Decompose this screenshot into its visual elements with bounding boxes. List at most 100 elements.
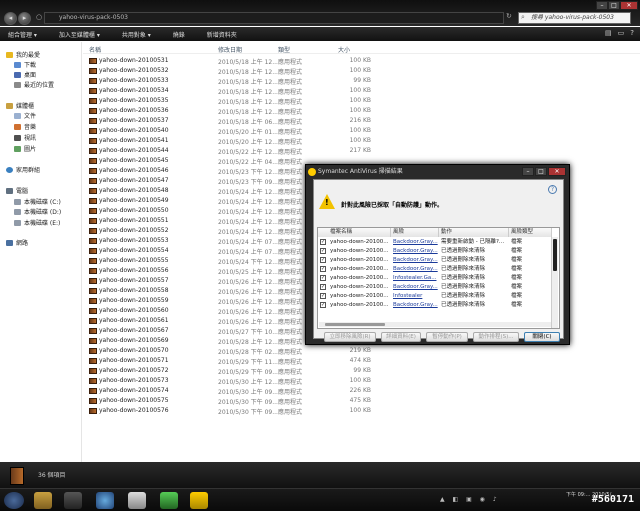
risk-row[interactable]: ✓ yahoo-down-20100... Infostealer.Ga... 已透過… [318,274,552,282]
risk-name-link[interactable]: Backdoor.Gray... [393,238,438,246]
risk-name-link[interactable]: Backdoor.Gray... [393,247,438,255]
sidebar-item-drive-e[interactable]: 本機磁碟 (E:) [14,218,60,227]
remove-risks-button[interactable]: 立即移除風險(R) [324,332,376,342]
explorer-taskbar-icon[interactable] [34,492,52,509]
check-icon[interactable]: ✓ [320,302,326,308]
file-row[interactable]: yahoo-down-20100574 2010/5/30 上午 09... 應用程… [83,386,383,396]
check-icon[interactable]: ✓ [320,239,326,245]
close-dialog-button[interactable]: 關閉(C) [524,332,560,342]
start-button[interactable] [4,492,24,509]
app-taskbar-icon[interactable] [128,492,146,509]
check-icon[interactable]: ✓ [320,284,326,290]
sidebar-item-desktop[interactable]: 桌面 [14,70,36,79]
check-icon[interactable]: ✓ [320,257,326,263]
header-action[interactable]: 動作 [439,228,509,237]
pause-button[interactable]: 暫停動作(P) [426,332,468,342]
risk-row[interactable]: ✓ yahoo-down-20100... Backdoor.Gray... 已透過刪… [318,256,552,264]
risk-row[interactable]: ✓ yahoo-down-20100... Backdoor.Gray... 已透過刪… [318,301,552,309]
risk-row[interactable]: ✓ yahoo-down-20100... Backdoor.Gray... 已透過刪… [318,247,552,255]
address-bar[interactable]: yahoo-virus-pack-0503 [44,12,504,24]
file-row[interactable]: yahoo-down-20100572 2010/5/29 下午 09... 應用程… [83,366,383,376]
maximize-button[interactable]: □ [608,1,620,10]
risk-row[interactable]: ✓ yahoo-down-20100... Infostealer 已透過刪除來清除 檔… [318,292,552,300]
preview-pane-icon[interactable]: ▭ [618,29,625,37]
risk-name-link[interactable]: Backdoor.Gray... [393,283,438,291]
risk-row[interactable]: ✓ yahoo-down-20100... Backdoor.Gray... 已透過刪… [318,265,552,273]
sidebar-item-libraries[interactable]: 媒體櫃 [6,101,34,110]
dialog-maximize-button[interactable]: □ [535,167,547,176]
sidebar-item-pictures[interactable]: 圖片 [14,144,36,153]
sidebar-item-music[interactable]: 音樂 [14,122,36,131]
file-row[interactable]: yahoo-down-20100537 2010/5/18 上午 06... 應用程… [83,116,383,126]
header-risk-type[interactable]: 風險類型 [509,228,552,237]
scroll-thumb[interactable] [553,239,557,271]
file-row[interactable]: yahoo-down-20100540 2010/5/20 上午 01... 應用程… [83,126,383,136]
file-row[interactable]: yahoo-down-20100536 2010/5/18 上午 12... 應用程… [83,106,383,116]
dialog-close-button[interactable]: ✕ [548,167,566,176]
check-icon[interactable]: ✓ [320,266,326,272]
risk-row[interactable]: ✓ yahoo-down-20100... Backdoor.Gray... 需要重新… [318,238,552,246]
sidebar-item-videos[interactable]: 視訊 [14,133,36,142]
risk-name-link[interactable]: Backdoor.Gray... [393,256,438,264]
file-row[interactable]: yahoo-down-20100544 2010/5/22 上午 12... 應用程… [83,146,383,156]
column-type[interactable]: 類型 [278,45,290,54]
view-options-icon[interactable]: ▤ [605,29,612,37]
sidebar-item-network[interactable]: 網路 [6,238,28,247]
close-button[interactable]: ✕ [620,1,638,10]
help-icon[interactable]: ? [548,185,557,194]
sidebar-item-drive-d[interactable]: 本機磁碟 (D:) [14,207,61,216]
sidebar-item-computer[interactable]: 電腦 [6,186,28,195]
help-icon[interactable]: ? [630,29,634,37]
horizontal-scrollbar[interactable] [319,322,551,327]
file-row[interactable]: yahoo-down-20100531 2010/5/18 上午 12... 應用程… [83,56,383,66]
file-row[interactable]: yahoo-down-20100535 2010/5/18 上午 12... 應用程… [83,96,383,106]
sidebar-item-downloads[interactable]: 下載 [14,60,36,69]
file-row[interactable]: yahoo-down-20100576 2010/5/30 下午 09... 應用程… [83,406,383,416]
header-filename[interactable]: 檔案名稱 [318,228,391,237]
schedule-button[interactable]: 動作排程(S)... [473,332,519,342]
forward-icon[interactable]: ▸ [18,12,31,25]
file-row[interactable]: yahoo-down-20100533 2010/5/18 上午 12... 應用程… [83,76,383,86]
sidebar-item-drive-c[interactable]: 本機磁碟 (C:) [14,197,61,206]
file-row[interactable]: yahoo-down-20100571 2010/5/29 下午 11... 應用程… [83,356,383,366]
check-icon[interactable]: ✓ [320,275,326,281]
file-row[interactable]: yahoo-down-20100570 2010/5/28 下午 02... 應用程… [83,346,383,356]
risk-name-link[interactable]: Infostealer [393,292,422,300]
column-name[interactable]: 名稱 [89,45,101,54]
sidebar-item-documents[interactable]: 文件 [14,111,36,120]
messenger-taskbar-icon[interactable] [160,492,178,509]
sidebar-item-recent[interactable]: 最近的位置 [14,80,54,89]
column-date[interactable]: 修改日期 [218,45,242,54]
check-icon[interactable]: ✓ [320,293,326,299]
risk-name-link[interactable]: Infostealer.Ga... [393,274,436,282]
dialog-minimize-button[interactable]: – [522,167,534,176]
organize-button[interactable]: 組合管理 ▾ [8,30,37,39]
risk-name-link[interactable]: Backdoor.Gray... [393,265,438,273]
risk-row[interactable]: ✓ yahoo-down-20100... Backdoor.Gray... 已透過刪… [318,283,552,291]
browser-taskbar-icon[interactable] [96,492,114,509]
file-row[interactable]: yahoo-down-20100534 2010/5/18 上午 12... 應用程… [83,86,383,96]
sidebar-item-favorites[interactable]: 我的最愛 [6,50,40,59]
header-risk[interactable]: 風險 [391,228,439,237]
minimize-button[interactable]: – [596,1,608,10]
back-icon[interactable]: ◂ [4,12,17,25]
risk-name-link[interactable]: Backdoor.Gray... [393,301,438,309]
file-row[interactable]: yahoo-down-20100573 2010/5/30 上午 12... 應用程… [83,376,383,386]
add-to-library-button[interactable]: 加入至媒體櫃 ▾ [59,30,100,39]
share-with-button[interactable]: 共用對象 ▾ [122,30,151,39]
file-row[interactable]: yahoo-down-20100532 2010/5/18 上午 12... 應用程… [83,66,383,76]
column-size[interactable]: 大小 [338,45,350,54]
media-taskbar-icon[interactable] [64,492,82,509]
hscroll-thumb[interactable] [325,323,385,326]
refresh-icon[interactable]: ↻ [506,12,512,20]
tray-icons[interactable]: ▲ ◧ ▣ ◉ ♪ [440,496,500,503]
new-folder-button[interactable]: 新增資料夾 [207,30,237,39]
file-row[interactable]: yahoo-down-20100541 2010/5/20 上午 12... 應用程… [83,136,383,146]
file-row[interactable]: yahoo-down-20100575 2010/5/30 下午 09... 應用程… [83,396,383,406]
details-button[interactable]: 詳細資料(E) [381,332,421,342]
antivirus-taskbar-icon[interactable] [190,492,208,509]
vertical-scrollbar[interactable] [551,237,558,328]
sidebar-item-homegroup[interactable]: 家用群組 [6,165,40,174]
check-icon[interactable]: ✓ [320,248,326,254]
burn-button[interactable]: 燒錄 [173,30,185,39]
